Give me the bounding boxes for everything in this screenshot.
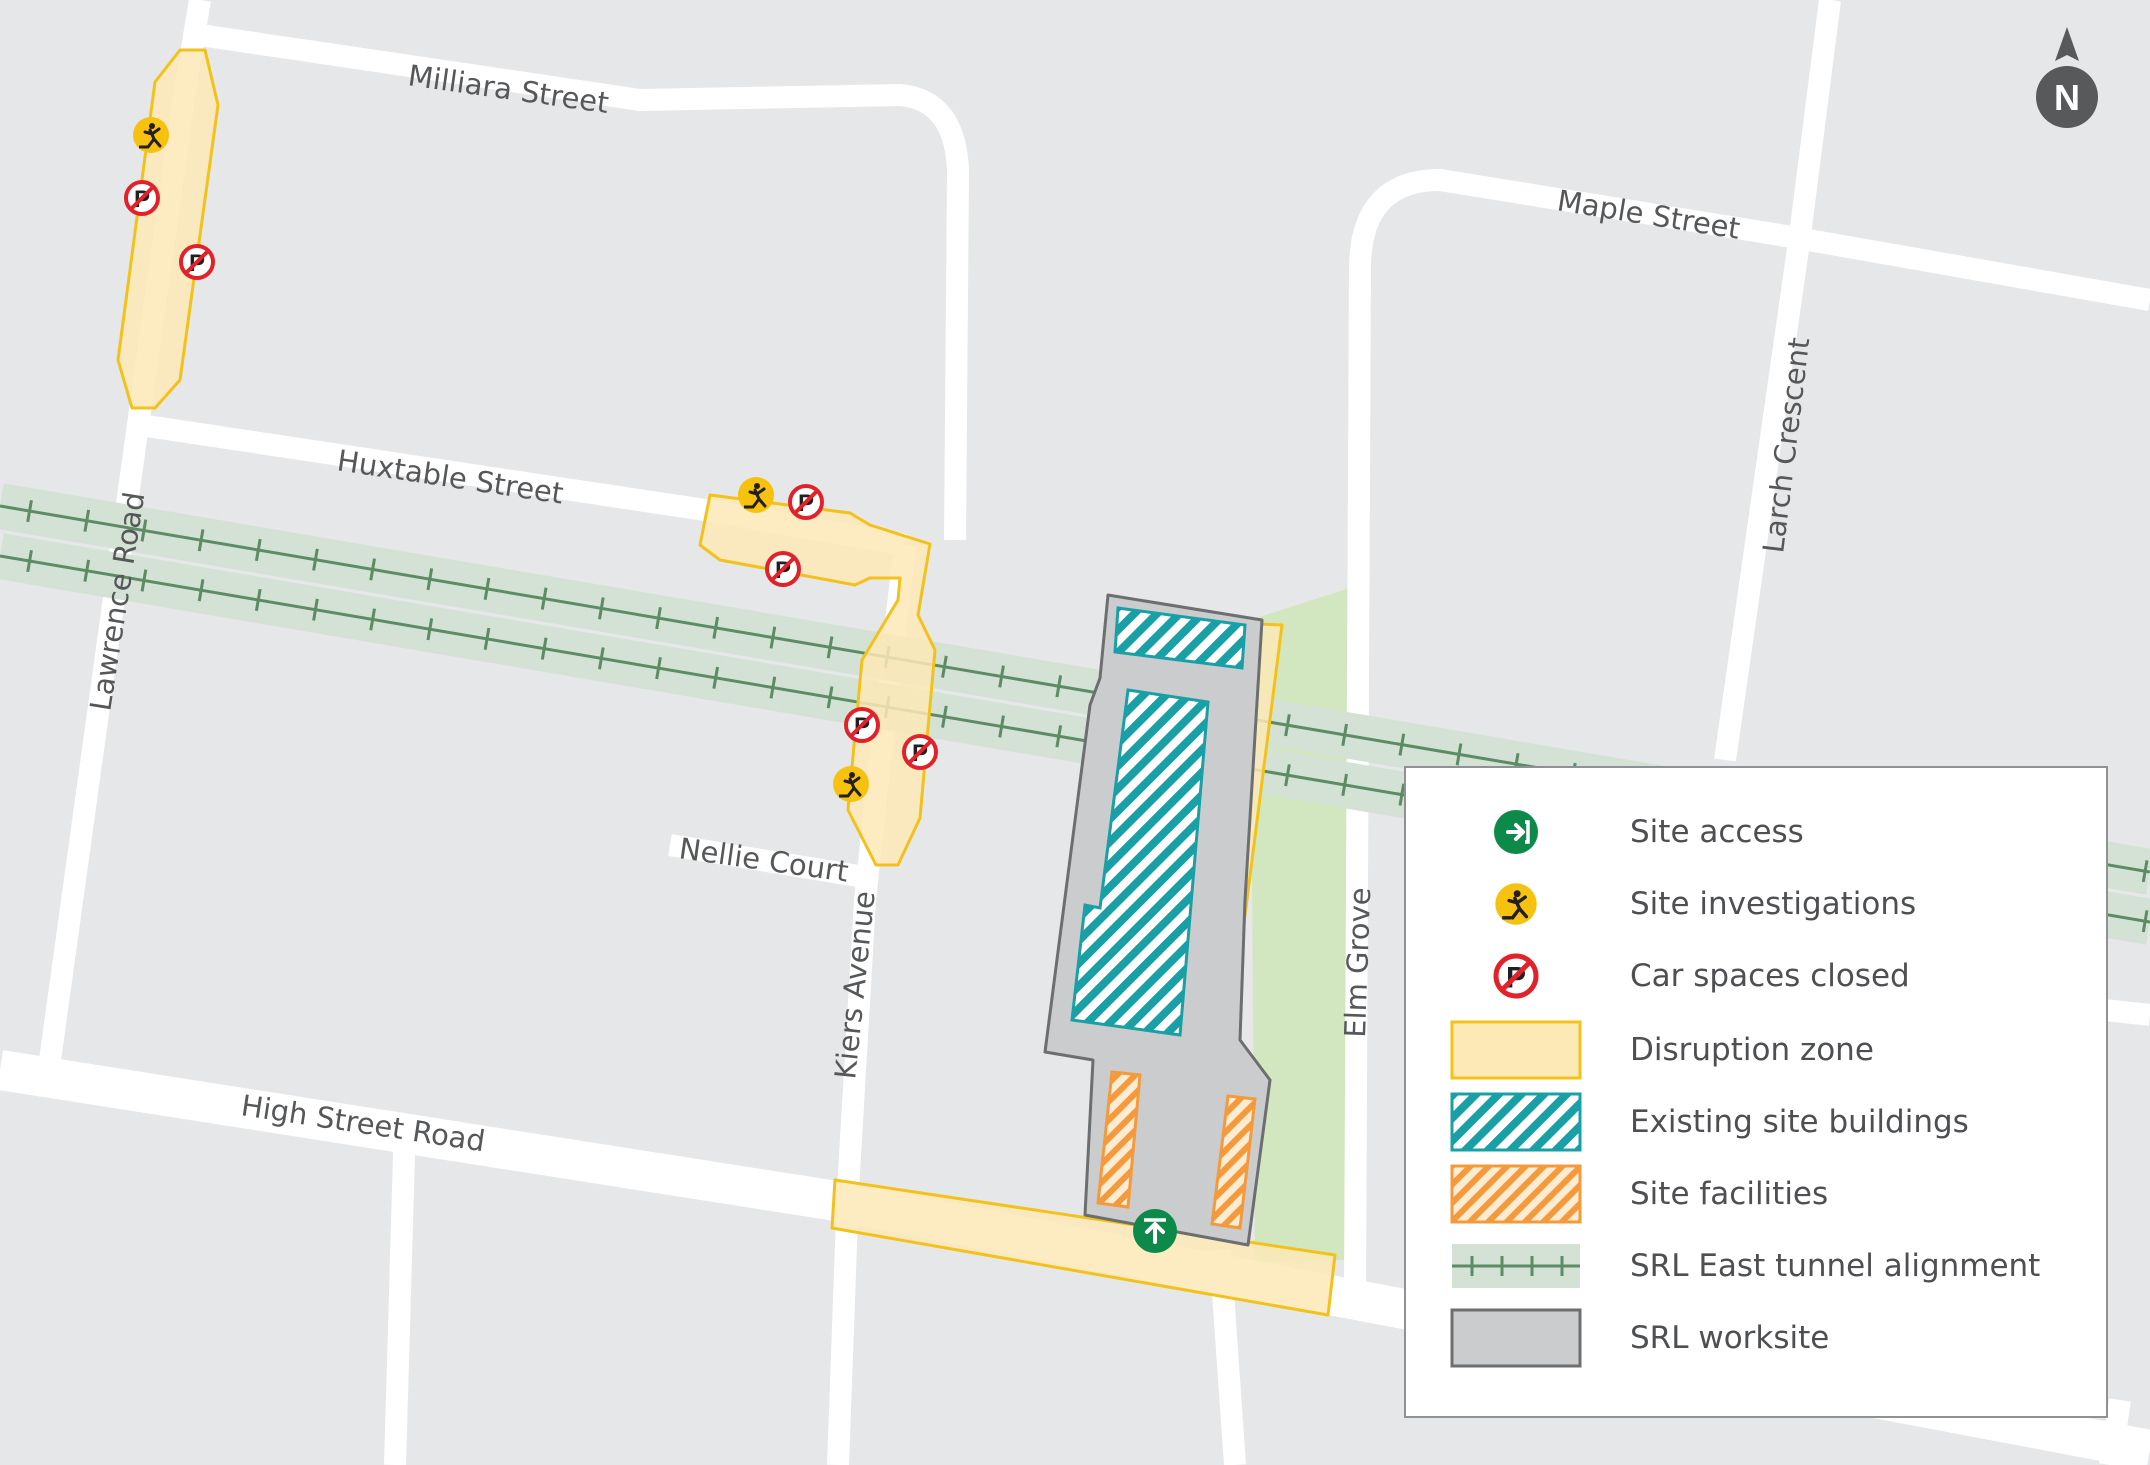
legend-label: SRL East tunnel alignment (1630, 1248, 2041, 1284)
road-southeast (2099, 1398, 2131, 1465)
legend-item-car-spaces-closed: Car spaces closed (1406, 946, 2106, 1006)
existing-buildings-swatch (1450, 1092, 1582, 1152)
legend-item-site-investigations: Site investigations (1406, 874, 2106, 934)
tunnel-alignment-swatch (1452, 1244, 1580, 1288)
street-label-elm: Elm Grove (1338, 887, 1377, 1038)
legend-item-site-facilities: Site facilities (1406, 1164, 2106, 1224)
legend-label: Disruption zone (1630, 1032, 1874, 1068)
legend-item-site-access: Site access (1406, 802, 2106, 862)
map-legend: Site access Site investigations Car spac… (1404, 766, 2108, 1418)
no-parking-icon[interactable] (902, 734, 938, 770)
road-east-small (2103, 999, 2150, 1026)
legend-item-tunnel-alignment: SRL East tunnel alignment (1406, 1236, 2106, 1296)
legend-label: Site access (1630, 814, 1804, 850)
site-facilities-swatch (1450, 1164, 1582, 1224)
legend-item-existing-site-buildings: Existing site buildings (1406, 1092, 2106, 1152)
legend-label: Car spaces closed (1630, 958, 1910, 994)
site-access-icon[interactable] (1131, 1207, 1179, 1255)
no-parking-icon[interactable] (788, 484, 824, 520)
legend-label: Site investigations (1630, 886, 1917, 922)
no-parking-icon[interactable] (844, 707, 880, 743)
legend-label: Existing site buildings (1630, 1104, 1969, 1140)
site-investigations-icon[interactable] (736, 475, 776, 515)
site-investigations-icon[interactable] (831, 764, 871, 804)
legend-label: SRL worksite (1630, 1320, 1830, 1356)
no-parking-icon (1450, 946, 1582, 1006)
disruption-zone-swatch (1450, 1020, 1582, 1080)
site-access-icon (1492, 808, 1540, 856)
no-parking-icon[interactable] (179, 244, 215, 280)
legend-label: Site facilities (1630, 1176, 1829, 1212)
road-south-1 (384, 1119, 416, 1465)
site-investigations-icon[interactable] (131, 115, 171, 155)
no-parking-icon[interactable] (124, 180, 160, 216)
legend-item-disruption-zone: Disruption zone (1406, 1020, 2106, 1080)
legend-item-srl-worksite: SRL worksite (1406, 1308, 2106, 1368)
north-arrow-icon: N (2036, 27, 2098, 128)
north-label: N (2054, 77, 2080, 118)
worksite-swatch (1450, 1308, 1582, 1368)
site-investigations-icon (1493, 881, 1539, 927)
no-parking-icon[interactable] (765, 551, 801, 587)
